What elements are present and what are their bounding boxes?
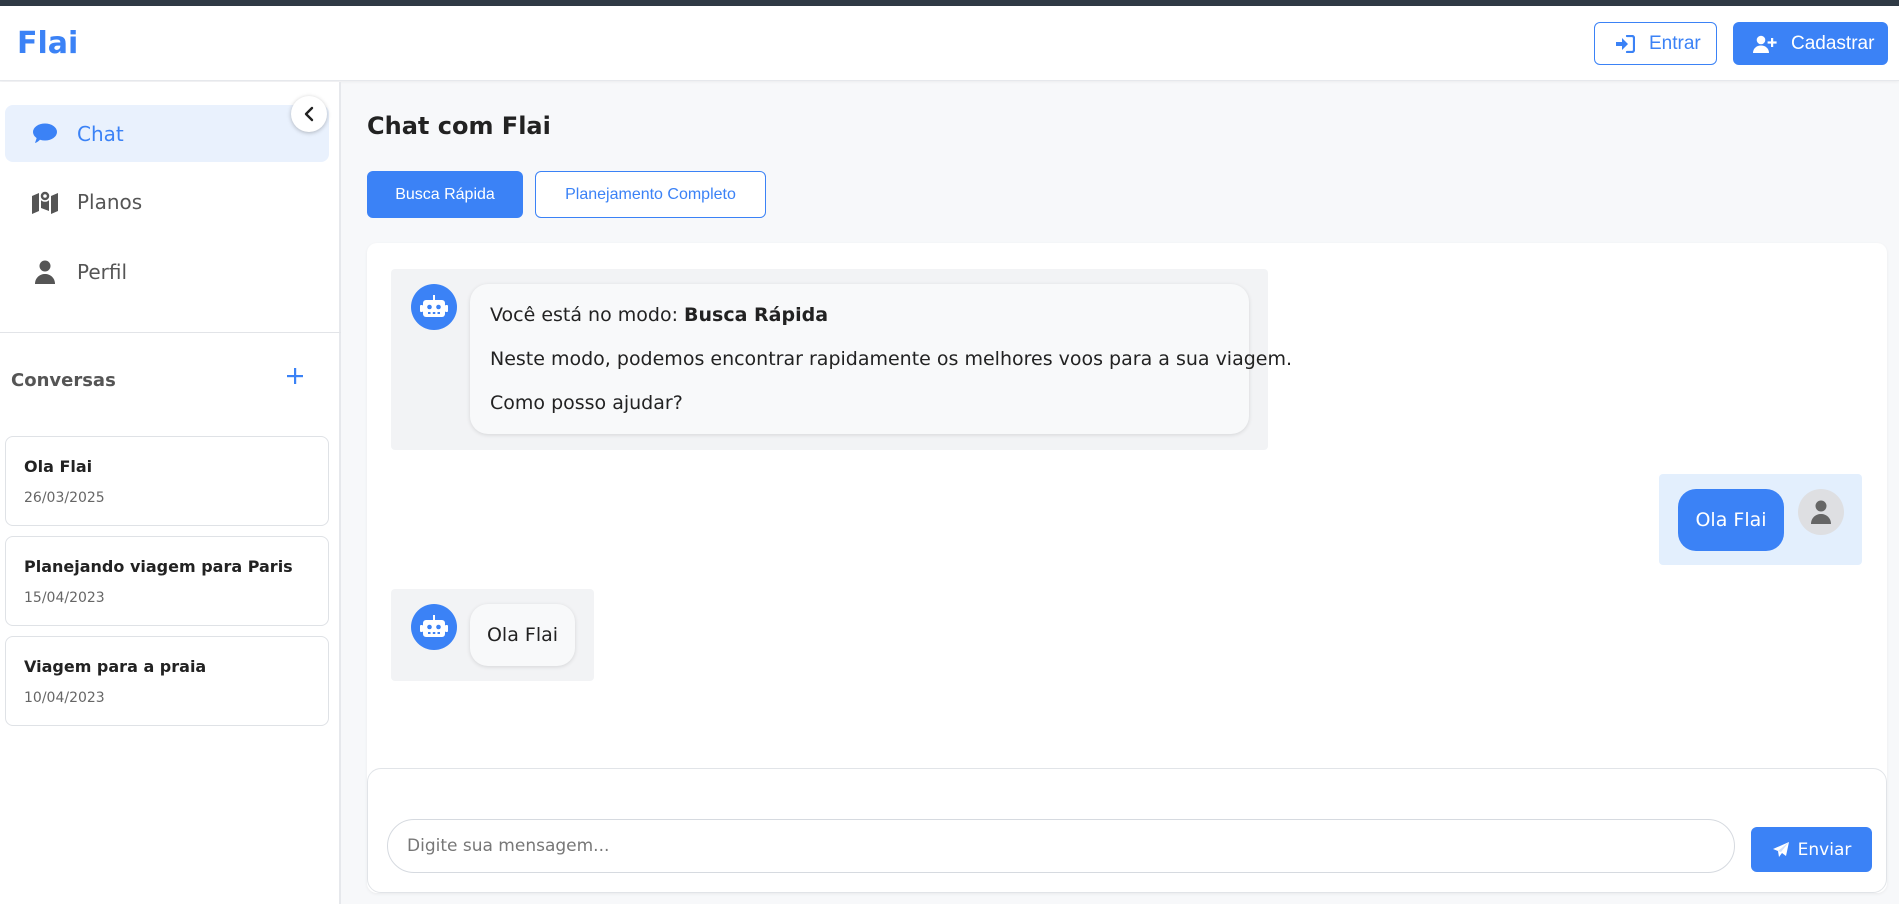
sign-in-icon <box>1616 34 1635 53</box>
bot-avatar <box>411 284 457 330</box>
bot-message-line: Você está no modo: Busca Rápida <box>490 304 828 326</box>
mode-full-planning-button[interactable]: Planejamento Completo <box>535 171 766 218</box>
comment-icon <box>25 123 65 145</box>
sidebar-item-perfil[interactable]: Perfil <box>5 243 329 300</box>
page-title: Chat com Flai <box>367 112 551 140</box>
bot-message-bubble: Ola Flai <box>470 604 575 666</box>
plus-icon <box>287 368 303 384</box>
signup-button[interactable]: Cadastrar <box>1733 22 1888 65</box>
user-avatar <box>1798 489 1844 535</box>
sidebar: Chat Planos Perfil Conversas Ola Flai 26… <box>0 82 341 904</box>
chevron-left-icon <box>304 106 314 122</box>
chat-panel: Você está no modo: Busca Rápida Neste mo… <box>367 243 1887 893</box>
login-button[interactable]: Entrar <box>1594 22 1717 65</box>
mode-prefix-text: Você está no modo: <box>490 304 678 326</box>
conversation-item[interactable]: Ola Flai 26/03/2025 <box>5 436 329 526</box>
sidebar-item-label: Perfil <box>77 259 128 284</box>
sidebar-collapse-button[interactable] <box>291 96 327 132</box>
bot-message-line: Como posso ajudar? <box>490 392 683 414</box>
send-button-label: Enviar <box>1797 839 1852 860</box>
new-conversation-button[interactable] <box>281 362 309 390</box>
bot-message: Você está no modo: Busca Rápida Neste mo… <box>391 269 1292 450</box>
bot-message-line: Neste modo, podemos encontrar rapidament… <box>490 348 1293 370</box>
message-input[interactable] <box>387 819 1735 873</box>
conversation-title: Planejando viagem para Paris <box>24 557 293 576</box>
mode-quick-search-button[interactable]: Busca Rápida <box>367 171 523 218</box>
conversation-title: Ola Flai <box>24 457 93 476</box>
conversations-heading: Conversas <box>11 370 116 391</box>
robot-icon <box>420 615 448 637</box>
top-navbar: Flai Entrar Cadastrar <box>0 6 1899 81</box>
mode-name-text: Busca Rápida <box>684 304 829 326</box>
signup-button-label: Cadastrar <box>1791 32 1875 54</box>
sidebar-item-planos[interactable]: Planos <box>5 173 329 230</box>
map-location-icon <box>25 189 65 214</box>
user-icon <box>1811 500 1831 524</box>
robot-icon <box>420 295 448 317</box>
user-icon <box>25 260 65 284</box>
conversation-date: 15/04/2023 <box>24 590 105 606</box>
conversation-date: 10/04/2023 <box>24 690 105 706</box>
sidebar-divider <box>0 332 341 333</box>
user-plus-icon <box>1753 35 1777 53</box>
brand-logo[interactable]: Flai <box>17 26 78 61</box>
sidebar-item-label: Chat <box>77 121 124 146</box>
conversation-item[interactable]: Viagem para a praia 10/04/2023 <box>5 636 329 726</box>
conversation-item[interactable]: Planejando viagem para Paris 15/04/2023 <box>5 536 329 626</box>
send-button[interactable]: Enviar <box>1751 827 1872 872</box>
conversation-date: 26/03/2025 <box>24 490 105 506</box>
message-composer: Enviar <box>367 768 1887 893</box>
sidebar-item-chat[interactable]: Chat <box>5 105 329 162</box>
paper-plane-icon <box>1772 841 1789 857</box>
sidebar-item-label: Planos <box>77 189 143 214</box>
bot-avatar <box>411 604 457 650</box>
user-message-bubble: Ola Flai <box>1678 489 1784 551</box>
login-button-label: Entrar <box>1649 32 1701 54</box>
conversation-title: Viagem para a praia <box>24 657 207 676</box>
main-content: Chat com Flai Busca Rápida Planejamento … <box>343 82 1899 904</box>
user-message: Ola Flai <box>1659 474 1862 565</box>
bot-message: Ola Flai <box>391 589 594 681</box>
bot-message-bubble: Você está no modo: Busca Rápida Neste mo… <box>470 284 1292 434</box>
